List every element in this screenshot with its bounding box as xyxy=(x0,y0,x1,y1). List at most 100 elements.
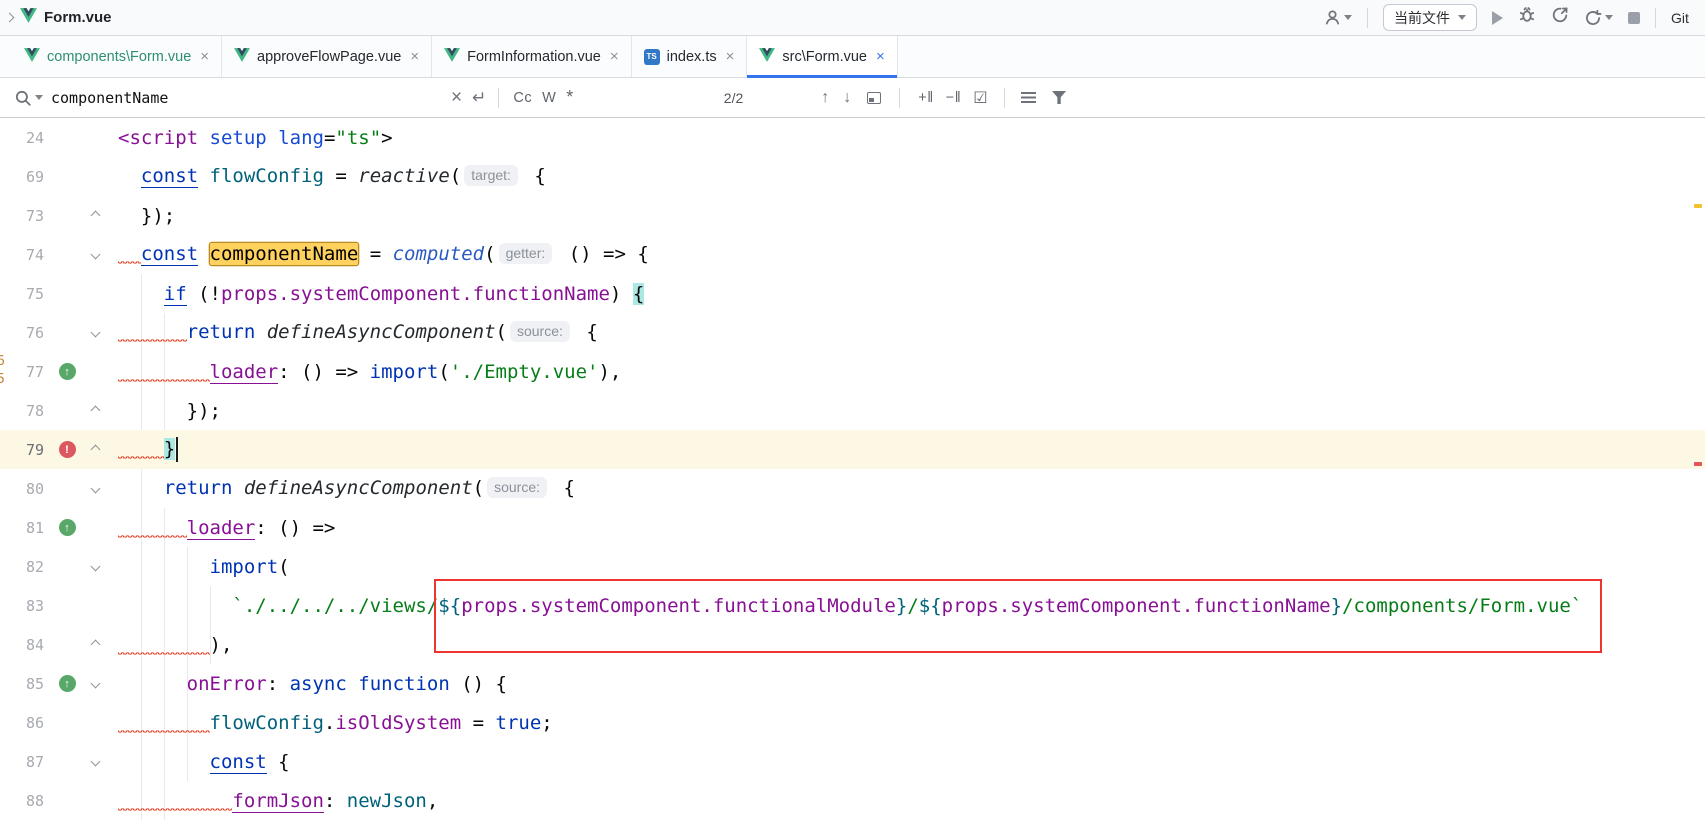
fold-down-icon[interactable] xyxy=(90,328,100,338)
stop-button[interactable] xyxy=(1628,12,1640,24)
code-token: props.systemComponent.functionName xyxy=(221,283,610,305)
user-account-button[interactable] xyxy=(1324,9,1352,26)
code-line-86[interactable]: 86 flowConfig.isOldSystem = true; xyxy=(0,703,1705,742)
whole-words-toggle[interactable]: W xyxy=(542,90,556,106)
debug-button[interactable] xyxy=(1518,6,1536,29)
code-text[interactable]: }); xyxy=(106,205,175,227)
chevron-right-icon[interactable] xyxy=(5,13,15,23)
fold-down-icon[interactable] xyxy=(90,757,100,767)
open-in-find-window-icon[interactable] xyxy=(867,92,881,104)
code-line-24[interactable]: 24<script setup lang="ts"> xyxy=(0,118,1705,157)
code-text[interactable]: loader: () => xyxy=(106,517,335,539)
code-text[interactable]: `./../../../views/${props.systemComponen… xyxy=(106,595,1582,617)
search-mode-button[interactable] xyxy=(14,89,43,107)
match-case-toggle[interactable]: Cc xyxy=(513,90,532,106)
code-line-69[interactable]: 69 const flowConfig = reactive(target: { xyxy=(0,157,1705,196)
close-tab-icon[interactable]: × xyxy=(410,48,419,65)
close-tab-icon[interactable]: × xyxy=(200,48,209,65)
fold-down-icon[interactable] xyxy=(90,484,100,494)
code-line-77[interactable]: 77↑ loader: () => import('./Empty.vue'), xyxy=(0,352,1705,391)
code-line-76[interactable]: 76 return defineAsyncComponent(source: { xyxy=(0,313,1705,352)
code-token: target: xyxy=(464,165,518,186)
fold-up-icon[interactable] xyxy=(90,406,100,416)
code-text[interactable]: formJson: newJson, xyxy=(106,790,438,812)
code-line-74[interactable]: 74 const componentName = computed(getter… xyxy=(0,235,1705,274)
tab-src-Form.vue[interactable]: src\Form.vue× xyxy=(747,36,897,77)
navigate-up-icon[interactable]: ↑ xyxy=(59,519,76,536)
code-line-73[interactable]: 73 }); xyxy=(0,196,1705,235)
code-text[interactable]: loader: () => import('./Empty.vue'), xyxy=(106,361,621,383)
code-text[interactable]: if (!props.systemComponent.functionName)… xyxy=(106,283,644,305)
code-token: { xyxy=(633,283,644,305)
stripe-search-mark[interactable] xyxy=(1694,204,1702,208)
stripe-error-mark[interactable] xyxy=(1694,462,1702,466)
search-options-icon[interactable] xyxy=(1021,92,1036,103)
code-line-87[interactable]: 87 const { xyxy=(0,742,1705,781)
profiler-button[interactable] xyxy=(1551,6,1569,29)
fold-up-icon[interactable] xyxy=(90,640,100,650)
code-line-88[interactable]: 88 formJson: newJson, xyxy=(0,781,1705,820)
code-token xyxy=(255,321,266,343)
code-token: flowConfig xyxy=(210,165,324,187)
rerun-history-button[interactable] xyxy=(1584,9,1613,27)
code-token: source: xyxy=(487,477,547,498)
code-line-79[interactable]: 79! } xyxy=(0,430,1705,469)
code-text[interactable]: ), xyxy=(106,634,232,656)
run-button[interactable] xyxy=(1492,11,1503,25)
code-line-80[interactable]: 80 return defineAsyncComponent(source: { xyxy=(0,469,1705,508)
navigate-up-icon[interactable]: ↑ xyxy=(59,675,76,692)
code-text[interactable]: <script setup lang="ts"> xyxy=(106,127,393,149)
code-line-78[interactable]: 78 }); xyxy=(0,391,1705,430)
code-line-85[interactable]: 85↑ onError: async function () { xyxy=(0,664,1705,703)
previous-occurrence-button[interactable]: ↑ xyxy=(821,89,829,107)
code-text[interactable]: import( xyxy=(106,556,290,578)
code-line-84[interactable]: 84 ), xyxy=(0,625,1705,664)
next-occurrence-button[interactable]: ↓ xyxy=(843,89,851,107)
code-text[interactable]: } xyxy=(106,437,178,462)
error-icon[interactable]: ! xyxy=(59,441,76,458)
code-text[interactable]: return defineAsyncComponent(source: { xyxy=(106,477,575,500)
close-tab-icon[interactable]: × xyxy=(876,48,885,65)
fold-up-icon[interactable] xyxy=(90,211,100,221)
code-token: reactive xyxy=(358,165,450,187)
close-tab-icon[interactable]: × xyxy=(610,48,619,65)
tab-components-Form.vue[interactable]: components\Form.vue× xyxy=(12,36,222,77)
code-text[interactable]: return defineAsyncComponent(source: { xyxy=(106,321,598,344)
add-occurrence-button[interactable]: +ǁ xyxy=(918,90,933,106)
code-text[interactable]: const { xyxy=(106,751,290,773)
navigate-up-icon[interactable]: ↑ xyxy=(59,363,76,380)
regex-toggle[interactable]: * xyxy=(566,87,574,108)
fold-down-icon[interactable] xyxy=(90,679,100,689)
error-stripe[interactable] xyxy=(1692,118,1705,820)
code-text[interactable]: const flowConfig = reactive(target: { xyxy=(106,165,546,188)
run-configuration-selector[interactable]: 当前文件 xyxy=(1383,4,1477,31)
filter-icon[interactable] xyxy=(1052,91,1066,104)
code-editor[interactable]: 24<script setup lang="ts">69 const flowC… xyxy=(0,118,1705,820)
code-line-75[interactable]: 75 if (!props.systemComponent.functionNa… xyxy=(0,274,1705,313)
code-token: defineAsyncComponent xyxy=(244,477,473,499)
fold-gutter xyxy=(84,641,106,648)
code-text[interactable]: const componentName = computed(getter: (… xyxy=(106,243,649,266)
code-line-83[interactable]: 83 `./../../../views/${props.systemCompo… xyxy=(0,586,1705,625)
remove-occurrence-button[interactable]: −ǁ xyxy=(946,90,961,106)
fold-down-icon[interactable] xyxy=(90,250,100,260)
vue-icon xyxy=(759,48,775,66)
git-menu[interactable]: Git xyxy=(1671,10,1697,26)
code-line-82[interactable]: 82 import( xyxy=(0,547,1705,586)
select-all-occurrences-button[interactable]: ☑ xyxy=(973,88,988,108)
code-text[interactable]: onError: async function () { xyxy=(106,673,507,695)
tab-approveFlowPage.vue[interactable]: approveFlowPage.vue× xyxy=(222,36,432,77)
code-text[interactable]: }); xyxy=(106,400,221,422)
search-bar: componentName × ↵ Cc W * 2/2 ↑ ↓ +ǁ −ǁ ☑ xyxy=(0,78,1705,118)
gutter-icon-slot: ↑ xyxy=(50,363,84,380)
code-line-81[interactable]: 81↑ loader: () => xyxy=(0,508,1705,547)
close-tab-icon[interactable]: × xyxy=(726,48,735,65)
fold-down-icon[interactable] xyxy=(90,562,100,572)
insert-newline-icon[interactable]: ↵ xyxy=(472,88,486,108)
fold-up-icon[interactable] xyxy=(90,445,100,455)
clear-search-icon[interactable]: × xyxy=(451,87,462,109)
search-input[interactable]: componentName xyxy=(51,89,451,107)
code-text[interactable]: flowConfig.isOldSystem = true; xyxy=(106,712,553,734)
tab-index.ts[interactable]: TSindex.ts× xyxy=(632,36,748,77)
tab-FormInformation.vue[interactable]: FormInformation.vue× xyxy=(432,36,632,77)
